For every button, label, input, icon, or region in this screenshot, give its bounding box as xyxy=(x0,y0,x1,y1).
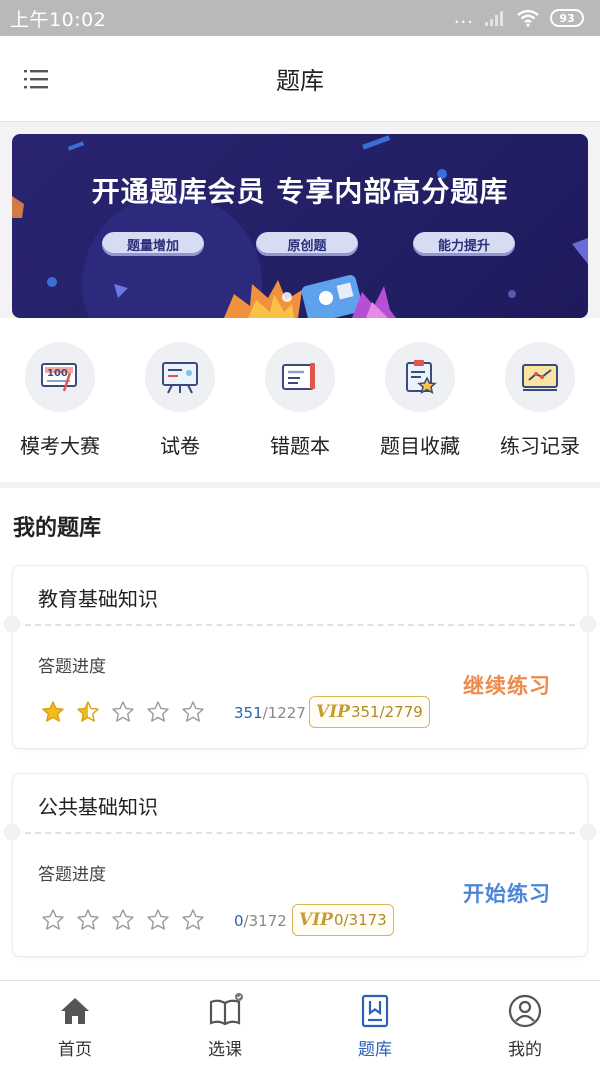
vip-badge: VIP 0/3173 xyxy=(292,904,394,936)
menu-icon[interactable] xyxy=(24,68,48,90)
nav-label: 我的 xyxy=(508,1040,542,1060)
star-empty-icon xyxy=(182,909,204,930)
my-question-bank: 我的题库 教育基础知识 答题进度 351/1227 VIP 351/2779 继续… xyxy=(0,488,600,980)
star-empty-icon xyxy=(112,701,134,722)
rating-stars xyxy=(41,908,205,932)
nav-label: 首页 xyxy=(58,1040,92,1060)
star-empty-icon xyxy=(147,909,169,930)
practice-record-icon xyxy=(522,364,558,391)
nav-label: 题库 xyxy=(358,1040,392,1060)
card-title: 教育基础知识 xyxy=(38,587,158,611)
mistake-book-icon xyxy=(282,363,315,390)
card-notch xyxy=(4,824,20,840)
start-practice-button[interactable]: 开始练习 xyxy=(463,878,551,908)
nav-item-profile[interactable]: 我的 xyxy=(450,993,600,1060)
total-count: /3172 xyxy=(243,912,287,930)
vip-logo: VIP xyxy=(316,702,350,722)
banner-decoration-icon xyxy=(12,135,588,318)
star-empty-icon xyxy=(182,701,204,722)
quick-entry-icon-wrap: 100 xyxy=(25,342,95,412)
status-bar: 上午10:02 ... 93 xyxy=(0,0,600,36)
banner-page-indicator[interactable] xyxy=(282,292,292,302)
continue-practice-button[interactable]: 继续练习 xyxy=(463,670,551,700)
star-empty-icon xyxy=(147,701,169,722)
total-count: /1227 xyxy=(262,704,306,722)
star-half-icon xyxy=(77,701,99,722)
nav-item-question-bank[interactable]: 题库 xyxy=(300,993,450,1060)
quick-entry-mistake-book[interactable]: 错题本 xyxy=(240,342,360,459)
vip-count: 0/3173 xyxy=(333,911,387,929)
notification-dots: ... xyxy=(453,7,474,28)
card-notch xyxy=(4,616,20,632)
quick-entry-icon-wrap xyxy=(145,342,215,412)
battery-indicator: 93 xyxy=(550,9,584,27)
answer-count: 0/3172 xyxy=(234,912,287,930)
quick-entry-practice-record[interactable]: 练习记录 xyxy=(480,342,600,459)
vip-count: 351/2779 xyxy=(350,703,423,721)
quick-entry-label: 练习记录 xyxy=(500,434,580,458)
quick-entry-test-paper[interactable]: 试卷 xyxy=(120,342,240,459)
section-title: 我的题库 xyxy=(13,516,102,541)
page-title: 题库 xyxy=(276,67,324,95)
profile-icon xyxy=(508,994,542,1028)
quick-entry-label: 错题本 xyxy=(270,434,330,458)
star-filled-icon xyxy=(42,701,64,722)
nav-label: 选课 xyxy=(208,1040,242,1060)
status-time: 上午10:02 xyxy=(10,8,107,31)
promo-banner[interactable]: 开通题库会员 专享内部高分题库 题量增加 原创题 能力提升 xyxy=(12,134,588,318)
banner-tag: 能力提升 xyxy=(413,232,515,256)
nav-item-courses[interactable]: 选课 xyxy=(150,993,300,1060)
answer-count: 351/1227 xyxy=(234,704,306,722)
progress-label: 答题进度 xyxy=(38,657,106,677)
header: 题库 xyxy=(0,36,600,122)
card-divider xyxy=(25,624,575,626)
quick-entry-label: 模考大赛 xyxy=(20,434,100,458)
wifi-icon xyxy=(517,9,539,27)
question-bank-card[interactable]: 公共基础知识 答题进度 0/3172 VIP 0/3173 开始练习 xyxy=(4,773,596,957)
question-bank-card[interactable]: 教育基础知识 答题进度 351/1227 VIP 351/2779 继续练习 xyxy=(4,565,596,749)
banner-tag: 原创题 xyxy=(256,232,358,256)
book-icon xyxy=(209,993,243,1026)
card-title: 公共基础知识 xyxy=(38,795,158,819)
star-empty-icon xyxy=(77,909,99,930)
favorites-icon xyxy=(406,360,437,394)
banner-tag: 题量增加 xyxy=(102,232,204,256)
rating-stars xyxy=(41,700,205,724)
quick-entry-label: 题目收藏 xyxy=(380,434,460,458)
nav-item-home[interactable]: 首页 xyxy=(0,993,150,1060)
home-icon xyxy=(61,998,89,1024)
progress-label: 答题进度 xyxy=(38,865,106,885)
exam-contest-icon: 100 xyxy=(41,363,77,392)
card-divider xyxy=(25,832,575,834)
vip-logo: VIP xyxy=(299,910,333,930)
bottom-nav: 首页 选课 题库 我的 xyxy=(0,980,600,1067)
card-notch xyxy=(580,824,596,840)
quick-entries: 100 模考大赛 试卷 错题本 题目收藏 练习记录 xyxy=(0,318,600,482)
banner-title: 开通题库会员 专享内部高分题库 xyxy=(91,175,509,208)
star-empty-icon xyxy=(42,909,64,930)
quick-entry-favorites[interactable]: 题目收藏 xyxy=(360,342,480,459)
star-empty-icon xyxy=(112,909,134,930)
quick-entry-icon-wrap xyxy=(385,342,455,412)
quick-entry-icon-wrap xyxy=(505,342,575,412)
answered-count: 351 xyxy=(234,704,263,722)
signal-icon xyxy=(485,11,503,26)
test-paper-icon xyxy=(162,362,198,394)
answered-count: 0 xyxy=(234,912,244,930)
quick-entry-icon-wrap xyxy=(265,342,335,412)
quick-entry-label: 试卷 xyxy=(160,434,200,458)
quick-entry-exam-contest[interactable]: 100 模考大赛 xyxy=(0,342,120,459)
status-icons: ... 93 xyxy=(454,9,584,27)
vip-badge: VIP 351/2779 xyxy=(309,696,430,728)
svg-text:100: 100 xyxy=(47,368,68,379)
question-bank-icon xyxy=(361,994,389,1028)
card-notch xyxy=(580,616,596,632)
